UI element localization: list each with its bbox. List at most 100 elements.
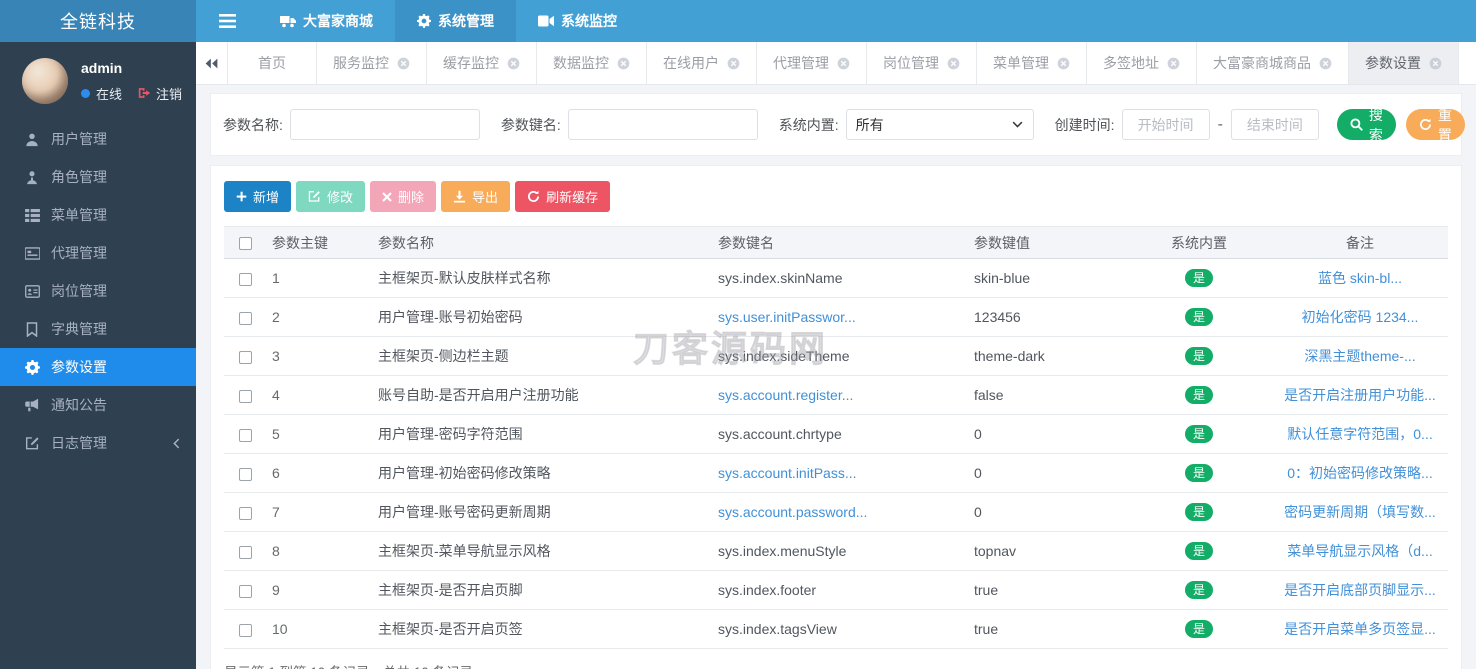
param-key-input[interactable]	[568, 109, 758, 140]
export-button[interactable]: 导出	[441, 181, 510, 212]
tab[interactable]: 参数设置	[1349, 42, 1459, 84]
row-checkbox[interactable]	[239, 429, 252, 442]
param-key-cell[interactable]: sys.account.register...	[718, 387, 853, 403]
sidebar-toggle-button[interactable]	[196, 0, 258, 42]
tab[interactable]: 代理管理	[757, 42, 867, 84]
sidebar-item[interactable]: 参数设置	[0, 348, 196, 386]
tab-close-icon[interactable]	[1319, 57, 1332, 70]
param-value-cell: 0	[968, 493, 1126, 532]
sidebar-item[interactable]: 代理管理	[0, 234, 196, 272]
remark-link[interactable]: 深黑主题theme-...	[1304, 348, 1415, 364]
topnav-item[interactable]: 系统管理	[395, 0, 516, 42]
sidebar-item-label: 参数设置	[51, 357, 107, 377]
tab-close-icon[interactable]	[1057, 57, 1070, 70]
table-row[interactable]: 2 用户管理-账号初始密码 sys.user.initPasswor... 12…	[224, 298, 1448, 337]
tab-close-icon[interactable]	[837, 57, 850, 70]
sidebar-item[interactable]: 用户管理	[0, 120, 196, 158]
tab-close-icon[interactable]	[507, 57, 520, 70]
builtin-select[interactable]: 所有	[846, 109, 1034, 140]
reset-button[interactable]: 重置	[1406, 109, 1465, 140]
sidebar-item[interactable]: 菜单管理	[0, 196, 196, 234]
table-row[interactable]: 10 主框架页-是否开启页签 sys.index.tagsView true 是…	[224, 610, 1448, 649]
builtin-label: 系统内置:	[779, 115, 839, 135]
table-row[interactable]: 9 主框架页-是否开启页脚 sys.index.footer true 是 是否…	[224, 571, 1448, 610]
column-header: 系统内置	[1126, 227, 1272, 259]
row-checkbox[interactable]	[239, 390, 252, 403]
table-header-row: 参数主键 参数名称 参数键名 参数键值 系统内置 备注	[224, 227, 1448, 259]
tab-close-icon[interactable]	[1167, 57, 1180, 70]
tab-label: 大富豪商城商品	[1213, 53, 1311, 73]
row-checkbox[interactable]	[239, 468, 252, 481]
row-checkbox[interactable]	[239, 507, 252, 520]
avatar[interactable]	[22, 58, 68, 104]
table-row[interactable]: 4 账号自助-是否开启用户注册功能 sys.account.register..…	[224, 376, 1448, 415]
param-id-cell: 5	[266, 415, 372, 454]
tabs-scroll-left-button[interactable]	[196, 42, 228, 84]
table-row[interactable]: 6 用户管理-初始密码修改策略 sys.account.initPass... …	[224, 454, 1448, 493]
edit-button[interactable]: 修改	[296, 181, 365, 212]
tab[interactable]: 在线用户	[647, 42, 757, 84]
param-name-input[interactable]	[290, 109, 480, 140]
param-key-cell[interactable]: sys.account.password...	[718, 504, 867, 520]
tab-close-icon[interactable]	[947, 57, 960, 70]
table-row[interactable]: 8 主框架页-菜单导航显示风格 sys.index.menuStyle topn…	[224, 532, 1448, 571]
add-button[interactable]: 新增	[224, 181, 291, 212]
sidebar-item[interactable]: 字典管理	[0, 310, 196, 348]
tab-close-icon[interactable]	[397, 57, 410, 70]
row-checkbox[interactable]	[239, 624, 252, 637]
search-button[interactable]: 搜索	[1337, 109, 1396, 140]
delete-button[interactable]: 删除	[370, 181, 436, 212]
param-key-cell[interactable]: sys.user.initPasswor...	[718, 309, 856, 325]
table-toolbar: 新增 修改 删除 导出	[224, 181, 1448, 212]
sidebar-item[interactable]: 通知公告	[0, 386, 196, 424]
param-value-cell: 0	[968, 454, 1126, 493]
table-row[interactable]: 5 用户管理-密码字符范围 sys.account.chrtype 0 是 默认…	[224, 415, 1448, 454]
topnav-item[interactable]: 大富家商城	[258, 0, 395, 42]
tab[interactable]: 首页	[228, 42, 317, 84]
row-checkbox[interactable]	[239, 351, 252, 364]
tab[interactable]: 菜单管理	[977, 42, 1087, 84]
remark-link[interactable]: 是否开启注册用户功能...	[1284, 387, 1436, 403]
sidebar-item[interactable]: 角色管理	[0, 158, 196, 196]
online-status-label: 在线	[96, 84, 122, 103]
builtin-badge: 是	[1185, 464, 1213, 482]
remark-link[interactable]: 默认任意字符范围，0...	[1287, 426, 1432, 442]
end-time-input[interactable]	[1231, 109, 1319, 140]
tab-close-icon[interactable]	[1429, 57, 1442, 70]
tab[interactable]: 多签地址	[1087, 42, 1197, 84]
tab[interactable]: 服务监控	[317, 42, 427, 84]
remark-link[interactable]: 密码更新周期（填写数...	[1284, 504, 1436, 520]
topnav-item[interactable]: 系统监控	[516, 0, 639, 42]
logout-button[interactable]: 注销	[138, 84, 182, 103]
remark-link[interactable]: 蓝色 skin-bl...	[1318, 270, 1402, 286]
param-key-cell[interactable]: sys.account.initPass...	[718, 465, 857, 481]
table-row[interactable]: 3 主框架页-侧边栏主题 sys.index.sideTheme theme-d…	[224, 337, 1448, 376]
row-checkbox[interactable]	[239, 546, 252, 559]
tab-close-icon[interactable]	[727, 57, 740, 70]
table-row[interactable]: 1 主框架页-默认皮肤样式名称 sys.index.skinName skin-…	[224, 259, 1448, 298]
tab[interactable]: 岗位管理	[867, 42, 977, 84]
builtin-badge: 是	[1185, 503, 1213, 521]
sidebar-item[interactable]: 日志管理	[0, 424, 196, 462]
table-row[interactable]: 7 用户管理-账号密码更新周期 sys.account.password... …	[224, 493, 1448, 532]
tab[interactable]: 数据监控	[537, 42, 647, 84]
row-checkbox[interactable]	[239, 585, 252, 598]
row-checkbox[interactable]	[239, 312, 252, 325]
brand-logo: 全链科技	[0, 0, 196, 42]
refresh-cache-button[interactable]: 刷新缓存	[515, 181, 610, 212]
start-time-input[interactable]	[1122, 109, 1210, 140]
tab[interactable]: 大富豪商城商品	[1197, 42, 1349, 84]
remark-link[interactable]: 是否开启菜单多页签显...	[1284, 621, 1436, 637]
page-content: 参数名称: 参数键名: 系统内置: 所有 创建时间:	[196, 85, 1476, 669]
select-all-checkbox[interactable]	[239, 237, 252, 250]
row-checkbox[interactable]	[239, 273, 252, 286]
remark-link[interactable]: 0：初始密码修改策略...	[1287, 465, 1432, 481]
remark-link[interactable]: 初始化密码 1234...	[1302, 309, 1419, 325]
logout-label: 注销	[156, 84, 182, 103]
tab[interactable]: 缓存监控	[427, 42, 537, 84]
remark-link[interactable]: 是否开启底部页脚显示...	[1284, 582, 1436, 598]
remark-link[interactable]: 菜单导航显示风格（d...	[1287, 543, 1432, 559]
tab-close-icon[interactable]	[617, 57, 630, 70]
tab-label: 首页	[258, 53, 286, 73]
sidebar-item[interactable]: 岗位管理	[0, 272, 196, 310]
